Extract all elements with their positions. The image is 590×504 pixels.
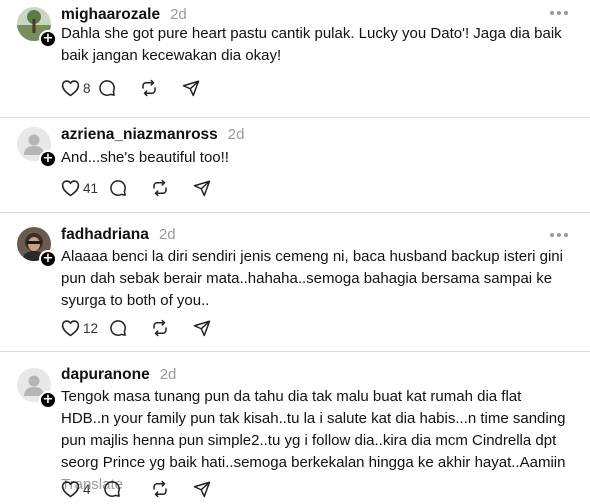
comment-item: + mighaarozale 2d Dahla she got pure hea… [0,0,590,118]
send-icon [193,180,211,197]
share-button[interactable] [193,318,223,338]
action-bar: 8 [61,78,212,98]
comment-item: + dapuranone 2d Tengok masa tunang pun d… [0,352,590,504]
send-icon [193,481,211,498]
avatar[interactable]: + [17,7,57,48]
like-button[interactable]: 8 [61,78,98,98]
comment-text: Dahla she got pure heart pastu cantik pu… [61,25,562,64]
repost-button[interactable] [140,78,182,98]
comment-item: + azriena_niazmanross 2d And...she's bea… [0,118,590,213]
repost-icon [153,319,167,337]
like-count: 4 [83,481,91,497]
like-count: 41 [83,180,99,196]
reply-button[interactable] [103,479,151,499]
username[interactable]: mighaarozale [61,6,160,24]
reply-button[interactable] [109,318,151,338]
share-button[interactable] [182,78,212,98]
like-count: 8 [83,80,91,96]
heart-icon [61,180,80,197]
comment-text: Alaaaa benci la diri sendiri jenis cemen… [61,248,563,309]
comment-text-content: Tengok masa tunang pun da tahu dia tak m… [61,388,566,471]
comment-icon [104,481,120,497]
comment-icon [99,80,115,96]
repost-icon [142,79,156,97]
timestamp: 2d [158,226,176,243]
send-icon [182,80,200,97]
repost-icon [153,480,167,498]
repost-button[interactable] [151,178,193,198]
plus-icon[interactable]: + [39,30,57,48]
timestamp: 2d [159,366,177,383]
action-bar: 41 [61,178,223,198]
username[interactable]: dapuranone [61,366,150,384]
share-button[interactable] [193,479,223,499]
plus-icon[interactable]: + [39,150,57,168]
heart-icon [61,320,80,337]
avatar[interactable]: + [17,227,57,268]
repost-button[interactable] [151,479,193,499]
avatar[interactable]: + [17,368,57,409]
comment-icon [110,320,126,336]
comment-icon [110,180,126,196]
action-bar: 12 [61,318,223,338]
more-icon[interactable] [550,11,568,17]
reply-button[interactable] [98,78,140,98]
repost-icon [153,179,167,197]
timestamp: 2d [170,6,187,23]
send-icon [193,320,211,337]
like-button[interactable]: 12 [61,318,109,338]
timestamp: 2d [227,126,245,143]
share-button[interactable] [193,178,223,198]
username[interactable]: azriena_niazmanross [61,126,218,144]
username[interactable]: fadhadriana [61,226,149,244]
action-bar: 4 [61,479,223,499]
like-count: 12 [83,320,99,336]
plus-icon[interactable]: + [39,250,57,268]
heart-icon [61,80,80,97]
repost-button[interactable] [151,318,193,338]
more-icon[interactable] [550,233,568,239]
like-button[interactable]: 41 [61,178,109,198]
heart-icon [61,481,80,498]
like-button[interactable]: 4 [61,479,103,499]
plus-icon[interactable]: + [39,391,57,409]
comment-text: And...she's beautiful too!! [61,149,229,166]
comment-item: + fadhadriana 2d Alaaaa benci la diri se… [0,213,590,351]
reply-button[interactable] [109,178,151,198]
avatar[interactable]: + [17,127,57,168]
